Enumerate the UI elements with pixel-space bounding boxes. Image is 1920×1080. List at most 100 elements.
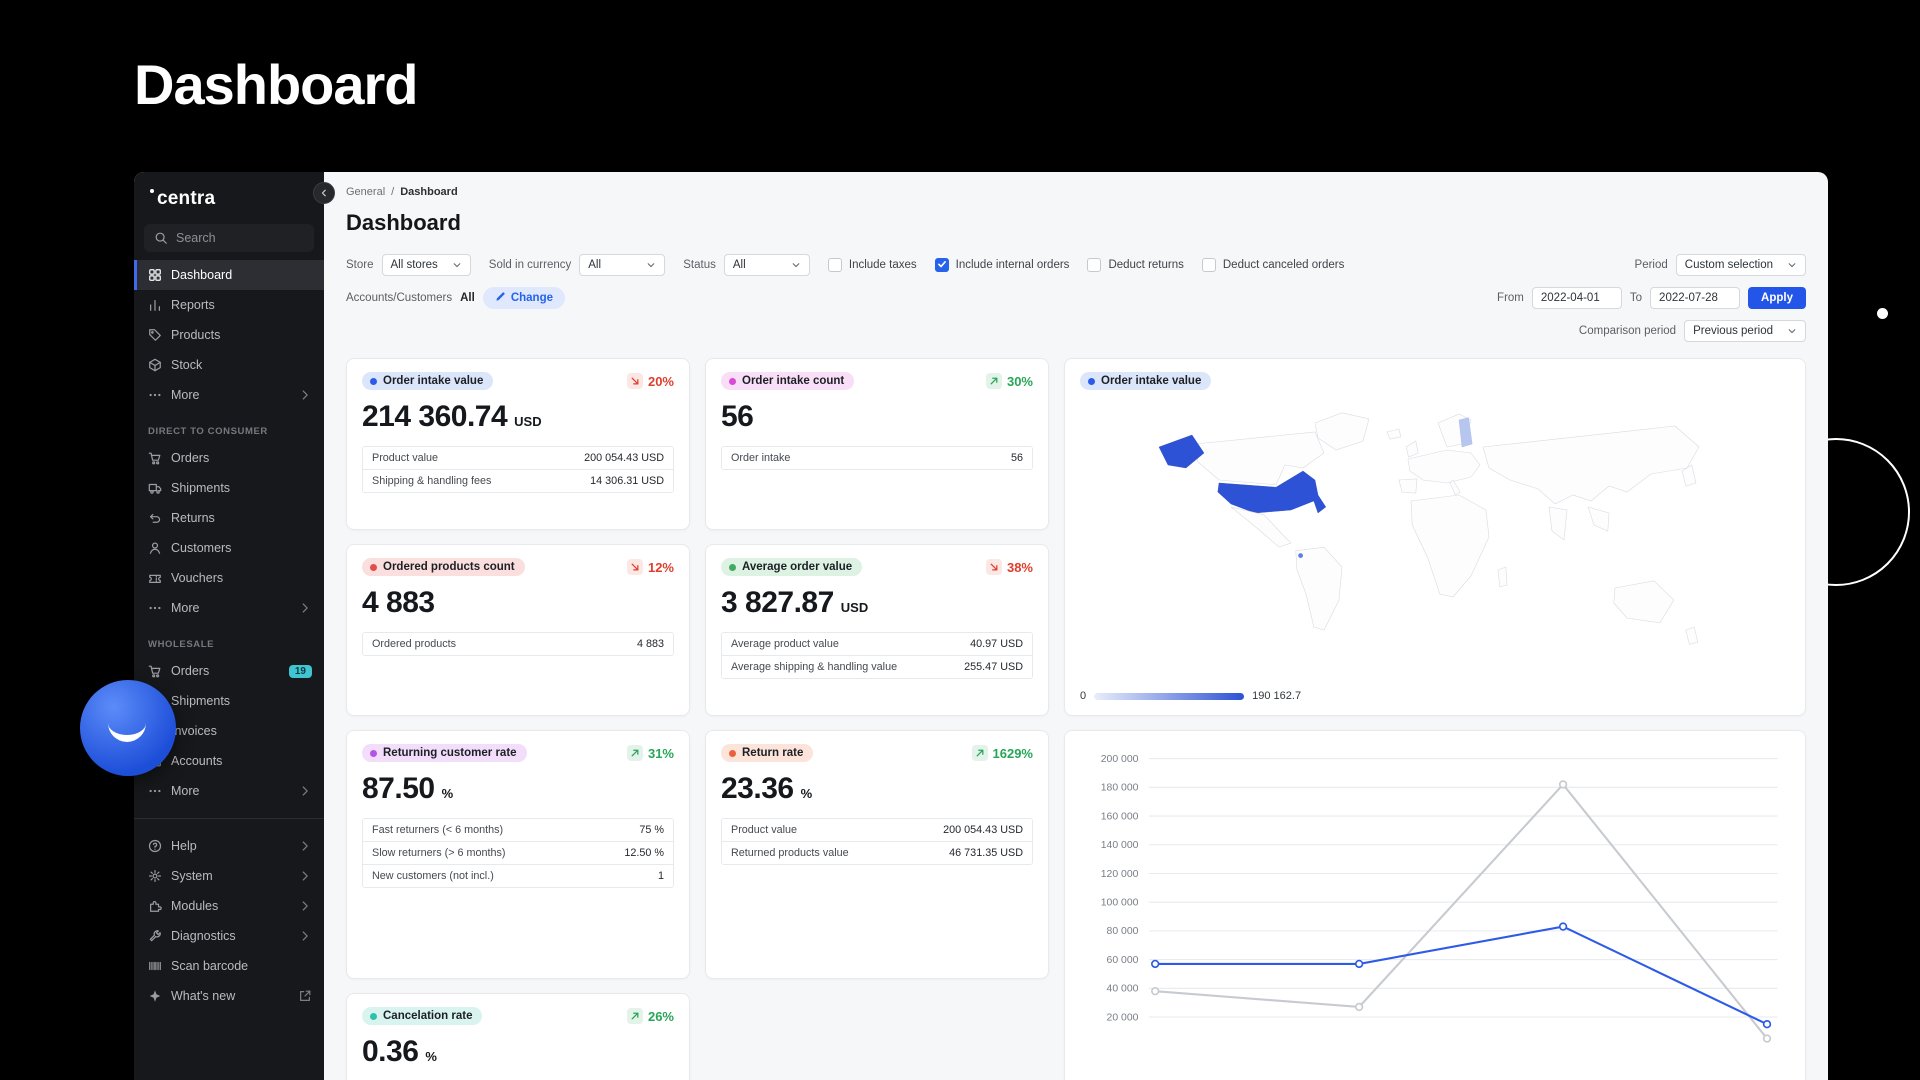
legend-gradient-bar bbox=[1094, 693, 1244, 700]
status-select[interactable]: All bbox=[724, 254, 810, 276]
sidebar-item-customers[interactable]: Customers bbox=[134, 533, 324, 563]
breakdown-value: 56 bbox=[1011, 452, 1023, 464]
breakdown-label: Product value bbox=[372, 452, 438, 464]
metric-title: Average order value bbox=[742, 561, 852, 573]
currency-select-value: All bbox=[588, 259, 601, 271]
checkbox-box bbox=[1202, 258, 1216, 272]
checkbox-deduct-returns[interactable]: Deduct returns bbox=[1087, 258, 1183, 272]
metric-value: 214 360.74USD bbox=[362, 400, 674, 434]
sidebar-item-returns[interactable]: Returns bbox=[134, 503, 324, 533]
sidebar-item-more[interactable]: More bbox=[134, 776, 324, 806]
filter-checkboxes: Include taxes Include internal orders Dedu… bbox=[828, 258, 1344, 272]
sidebar-item-diagnostics[interactable]: Diagnostics bbox=[134, 921, 324, 951]
delta-badge: 12% bbox=[627, 559, 674, 575]
sidebar-item-label: Returns bbox=[171, 511, 312, 525]
delta-badge: 26% bbox=[627, 1008, 674, 1024]
cart-icon bbox=[148, 451, 162, 465]
sidebar-item-orders[interactable]: Orders bbox=[134, 443, 324, 473]
breakdown-row: New customers (not incl.)1 bbox=[363, 864, 673, 887]
change-accounts-button[interactable]: Change bbox=[483, 287, 565, 309]
metric-title: Order intake value bbox=[383, 375, 483, 387]
sidebar-item-modules[interactable]: Modules bbox=[134, 891, 324, 921]
checkbox-include-internal-orders[interactable]: Include internal orders bbox=[935, 258, 1070, 272]
sidebar-item-orders[interactable]: Orders19 bbox=[134, 656, 324, 686]
sidebar-item-dashboard[interactable]: Dashboard bbox=[134, 260, 324, 290]
delta-value: 12% bbox=[648, 560, 674, 575]
date-to-input[interactable] bbox=[1650, 287, 1740, 309]
sidebar-item-products[interactable]: Products bbox=[134, 320, 324, 350]
arrow-up-icon bbox=[627, 1008, 643, 1024]
card-ordered-products-count: Ordered products count12%4 883Ordered pr… bbox=[346, 544, 690, 716]
date-range-group: From To Apply bbox=[1497, 287, 1806, 309]
world-map-container bbox=[1080, 390, 1790, 690]
sidebar-item-what-s-new[interactable]: What's new bbox=[134, 981, 324, 1011]
svg-text:20 000: 20 000 bbox=[1107, 1012, 1139, 1023]
metric-unit: USD bbox=[514, 414, 541, 429]
sidebar-item-label: Dashboard bbox=[171, 268, 312, 282]
svg-text:40 000: 40 000 bbox=[1107, 984, 1139, 995]
sidebar-item-system[interactable]: System bbox=[134, 861, 324, 891]
metric-chip: Ordered products count bbox=[362, 558, 525, 576]
legend-max-value: 190 162.7 bbox=[1252, 690, 1301, 702]
card-order-intake-map: Order intake value bbox=[1064, 358, 1806, 716]
chevron-right-icon bbox=[298, 388, 312, 402]
arrow-up-icon bbox=[986, 373, 1002, 389]
period-select[interactable]: Custom selection bbox=[1676, 254, 1806, 276]
user-icon bbox=[148, 541, 162, 555]
card-order-intake-count: Order intake count30%56Order intake56 bbox=[705, 358, 1049, 530]
map-region-australia bbox=[1614, 581, 1674, 623]
sidebar-divider bbox=[134, 818, 324, 819]
metric-dot bbox=[370, 564, 377, 571]
currency-select[interactable]: All bbox=[579, 254, 665, 276]
breadcrumb: General/Dashboard bbox=[346, 186, 1806, 198]
breadcrumb-separator: / bbox=[391, 186, 394, 198]
sidebar-item-shipments[interactable]: Shipments bbox=[134, 473, 324, 503]
checkbox-box bbox=[828, 258, 842, 272]
grid-icon bbox=[148, 268, 162, 282]
map-region-alaska[interactable] bbox=[1159, 435, 1204, 468]
breakdown-label: Returned products value bbox=[731, 847, 849, 859]
chat-widget-button[interactable] bbox=[80, 680, 176, 776]
sidebar-collapse-button[interactable] bbox=[313, 182, 335, 204]
sidebar-item-scan-barcode[interactable]: Scan barcode bbox=[134, 951, 324, 981]
comparison-label: Comparison period bbox=[1579, 325, 1676, 337]
metric-value-number: 56 bbox=[721, 400, 753, 434]
metric-chip: Cancelation rate bbox=[362, 1007, 482, 1025]
arrow-down-icon bbox=[986, 559, 1002, 575]
checkbox-include-taxes[interactable]: Include taxes bbox=[828, 258, 917, 272]
breakdown-label: Average shipping & handling value bbox=[731, 661, 897, 673]
sidebar-item-reports[interactable]: Reports bbox=[134, 290, 324, 320]
store-select-value: All stores bbox=[391, 259, 438, 271]
search-input[interactable]: Search bbox=[144, 224, 314, 252]
apply-button[interactable]: Apply bbox=[1748, 287, 1806, 309]
arrow-up-icon bbox=[972, 745, 988, 761]
breakdown-row: Product value200 054.43 USD bbox=[722, 819, 1032, 841]
sidebar-item-help[interactable]: Help bbox=[134, 831, 324, 861]
store-select[interactable]: All stores bbox=[382, 254, 471, 276]
sidebar-item-vouchers[interactable]: Vouchers bbox=[134, 563, 324, 593]
metric-title: Order intake value bbox=[1101, 375, 1201, 387]
breakdown-label: Product value bbox=[731, 824, 797, 836]
chart-icon bbox=[148, 298, 162, 312]
chevron-left-icon bbox=[319, 186, 329, 201]
metric-title: Ordered products count bbox=[383, 561, 515, 573]
checkbox-deduct-canceled-orders[interactable]: Deduct canceled orders bbox=[1202, 258, 1344, 272]
delta-value: 31% bbox=[648, 746, 674, 761]
cart-icon bbox=[148, 664, 162, 678]
comparison-select[interactable]: Previous period bbox=[1684, 320, 1806, 342]
delta-value: 38% bbox=[1007, 560, 1033, 575]
date-from-input[interactable] bbox=[1532, 287, 1622, 309]
checkbox-label: Include taxes bbox=[849, 259, 917, 271]
sidebar-item-more[interactable]: More bbox=[134, 380, 324, 410]
sidebar-item-stock[interactable]: Stock bbox=[134, 350, 324, 380]
decor-dot bbox=[1877, 308, 1888, 319]
page-heading: Dashboard bbox=[134, 52, 418, 117]
metric-unit: % bbox=[801, 786, 813, 801]
breakdown-label: Order intake bbox=[731, 452, 790, 464]
sidebar-item-more[interactable]: More bbox=[134, 593, 324, 623]
breadcrumb-item-general[interactable]: General bbox=[346, 186, 385, 198]
map-region-india bbox=[1549, 507, 1567, 540]
sidebar-item-label: Stock bbox=[171, 358, 312, 372]
accounts-label: Accounts/Customers bbox=[346, 292, 452, 304]
metric-chip: Order intake value bbox=[362, 372, 493, 390]
